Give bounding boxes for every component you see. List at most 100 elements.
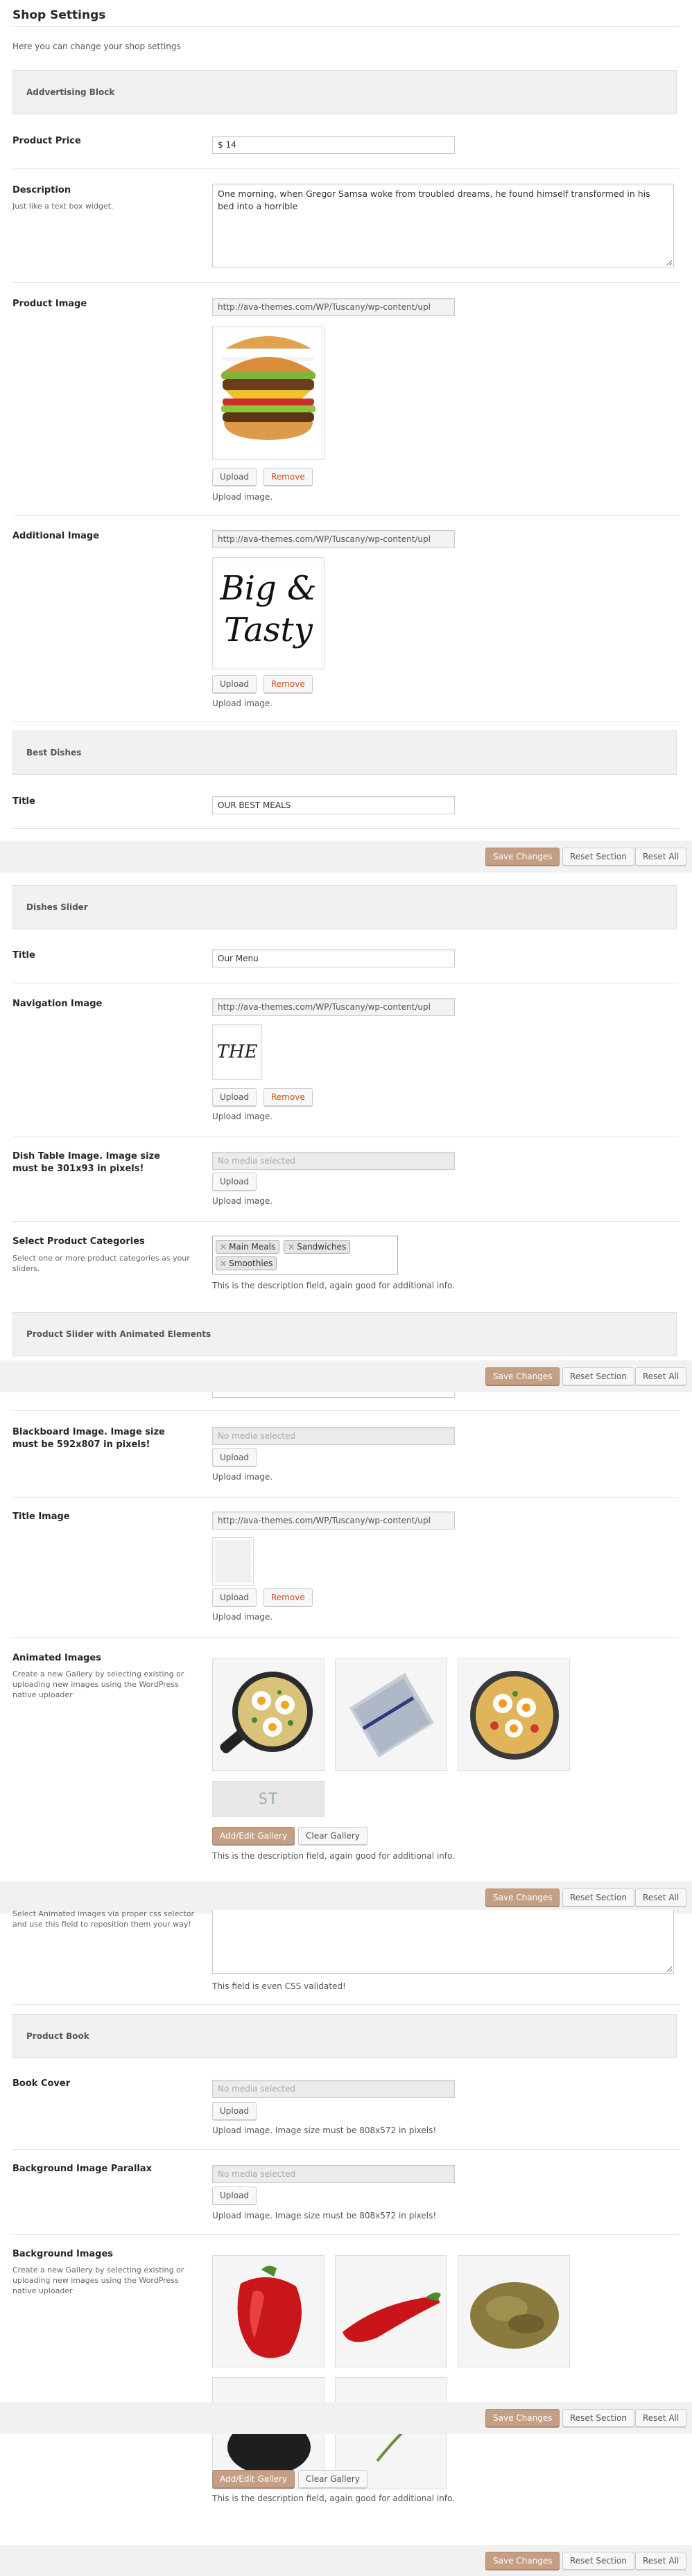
upload-button[interactable]: Upload xyxy=(212,2102,257,2120)
section-title: Product Slider with Animated Elements xyxy=(26,1329,211,1339)
upload-button[interactable]: Upload xyxy=(212,1448,257,1466)
resize-grip-icon[interactable] xyxy=(666,1966,672,1972)
reset-section-button[interactable]: Reset Section xyxy=(562,2552,634,2570)
category-chip[interactable]: × Main Meals xyxy=(216,1240,280,1254)
category-chip[interactable]: × Sandwiches xyxy=(284,1240,351,1254)
gallery-image xyxy=(212,1658,325,1771)
save-changes-button[interactable]: Save Changes xyxy=(485,2552,560,2570)
bg-parallax-label: Background Image Parallax xyxy=(12,2164,153,2174)
blackboard-input[interactable]: No media selected xyxy=(212,1427,455,1445)
upload-hint: Upload image. Image size must be 808x572… xyxy=(212,2211,437,2220)
remove-chip-icon[interactable]: × xyxy=(220,1242,227,1252)
scrolled-input-edge xyxy=(212,1392,455,1398)
description-label: Description xyxy=(12,185,71,195)
product-price-input[interactable]: $ 14 xyxy=(212,136,455,154)
title-image-label: Title Image xyxy=(12,1512,70,1522)
additional-image-preview: Big & Tasty xyxy=(212,557,325,669)
upload-hint: Upload image. xyxy=(212,1196,273,1206)
book-cover-input[interactable]: No media selected xyxy=(212,2080,455,2098)
category-chip[interactable]: × Smoothies xyxy=(216,1256,277,1270)
remove-button[interactable]: Remove xyxy=(263,675,313,693)
additional-image-url[interactable]: http://ava-themes.com/WP/Tuscany/wp-cont… xyxy=(212,530,455,548)
dish-table-input[interactable]: No media selected xyxy=(212,1152,455,1170)
gallery-image xyxy=(458,2255,570,2367)
css-position-textarea[interactable] xyxy=(212,1910,674,1974)
upload-button[interactable]: Upload xyxy=(212,1588,257,1606)
upload-hint: Upload image. Image size must be 808x572… xyxy=(212,2126,437,2135)
reset-section-button[interactable]: Reset Section xyxy=(562,1367,634,1385)
reset-section-button[interactable]: Reset Section xyxy=(562,848,634,866)
save-bar: Save Changes Reset Section Reset All xyxy=(0,2545,692,2576)
gallery-image: ST INGREDIEN xyxy=(212,1781,325,1817)
upload-button[interactable]: Upload xyxy=(212,1173,257,1191)
upload-hint: Upload image. xyxy=(212,1472,273,1482)
section-best-dishes: Best Dishes xyxy=(12,730,677,775)
art-text-line-1: Big & xyxy=(220,569,317,608)
section-title: Addvertising Block xyxy=(26,87,115,97)
navigation-image-preview: THE xyxy=(212,1024,262,1080)
remove-button[interactable]: Remove xyxy=(263,1588,313,1606)
product-image-url[interactable]: http://ava-themes.com/WP/Tuscany/wp-cont… xyxy=(212,298,455,316)
description-textarea[interactable]: One morning, when Gregor Samsa woke from… xyxy=(212,184,674,268)
product-image-preview xyxy=(212,326,325,460)
product-image-label: Product Image xyxy=(12,299,87,309)
save-bar: Save Changes Reset Section Reset All xyxy=(0,2402,692,2434)
upload-hint: Upload image. xyxy=(212,492,273,502)
description-sub: Just like a text box widget. xyxy=(12,202,114,211)
section-title: Dishes Slider xyxy=(26,902,88,912)
save-changes-button[interactable]: Save Changes xyxy=(485,848,560,866)
remove-chip-icon[interactable]: × xyxy=(220,1259,227,1268)
clear-gallery-button[interactable]: Clear Gallery xyxy=(298,1827,367,1845)
navigation-image-url[interactable]: http://ava-themes.com/WP/Tuscany/wp-cont… xyxy=(212,998,455,1016)
upload-button[interactable]: Upload xyxy=(212,2187,257,2205)
best-title-input[interactable]: OUR BEST MEALS xyxy=(212,796,455,814)
dish-table-label: Dish Table Image. Image size must be 301… xyxy=(12,1151,160,1174)
upload-hint: Upload image. xyxy=(212,1112,273,1121)
section-advertising: Addvertising Block xyxy=(12,70,677,114)
burger-image xyxy=(216,329,321,457)
reset-all-button[interactable]: Reset All xyxy=(635,1367,687,1385)
bg-images-sub: Create a new Gallery by selecting existi… xyxy=(12,2266,184,2295)
categories-select[interactable]: × Main Meals × Sandwiches × Smoothies xyxy=(212,1236,398,1274)
css-position-sub: Select Animated images via proper css se… xyxy=(12,1909,194,1929)
art-text-line-2: Tasty xyxy=(224,611,313,649)
product-price-label: Product Price xyxy=(12,136,81,146)
reset-section-button[interactable]: Reset Section xyxy=(562,1889,634,1907)
upload-hint: Upload image. xyxy=(212,1612,273,1622)
save-changes-button[interactable]: Save Changes xyxy=(485,1367,560,1385)
additional-image-label: Additional Image xyxy=(12,531,100,541)
reset-section-button[interactable]: Reset Section xyxy=(562,2409,634,2427)
remove-button[interactable]: Remove xyxy=(263,468,313,486)
gallery-image xyxy=(335,2255,447,2367)
best-title-label: Title xyxy=(12,796,35,807)
save-bar: Save Changes Reset Section Reset All xyxy=(0,841,692,873)
slider-title-input[interactable]: Our Menu xyxy=(212,949,455,967)
remove-chip-icon[interactable]: × xyxy=(288,1242,295,1252)
reset-all-button[interactable]: Reset All xyxy=(635,848,687,866)
gallery-image xyxy=(212,2255,325,2367)
clear-gallery-button[interactable]: Clear Gallery xyxy=(298,2470,367,2488)
add-edit-gallery-button[interactable]: Add/Edit Gallery xyxy=(212,2470,295,2488)
add-edit-gallery-button[interactable]: Add/Edit Gallery xyxy=(212,1827,295,1845)
section-title: Best Dishes xyxy=(26,748,82,757)
reset-all-button[interactable]: Reset All xyxy=(635,2409,687,2427)
section-dishes-slider: Dishes Slider xyxy=(12,885,677,929)
art-text: ST INGREDIEN xyxy=(258,1791,279,1808)
resize-grip-icon[interactable] xyxy=(666,260,672,265)
slider-title-label: Title xyxy=(12,950,35,961)
gallery-image xyxy=(458,1658,570,1771)
bg-parallax-input[interactable]: No media selected xyxy=(212,2165,455,2183)
upload-button[interactable]: Upload xyxy=(212,468,257,486)
save-changes-button[interactable]: Save Changes xyxy=(485,2409,560,2427)
save-bar: Save Changes Reset Section Reset All xyxy=(0,1360,692,1392)
section-product-slider: Product Slider with Animated Elements xyxy=(12,1312,677,1356)
reset-all-button[interactable]: Reset All xyxy=(635,1889,687,1907)
remove-button[interactable]: Remove xyxy=(263,1088,313,1106)
page-description: Here you can change your shop settings xyxy=(12,42,181,51)
save-changes-button[interactable]: Save Changes xyxy=(485,1889,560,1907)
reset-all-button[interactable]: Reset All xyxy=(635,2552,687,2570)
title-image-url[interactable]: http://ava-themes.com/WP/Tuscany/wp-cont… xyxy=(212,1512,455,1530)
animated-images-label: Animated Images xyxy=(12,1653,101,1663)
upload-button[interactable]: Upload xyxy=(212,675,257,693)
upload-button[interactable]: Upload xyxy=(212,1088,257,1106)
